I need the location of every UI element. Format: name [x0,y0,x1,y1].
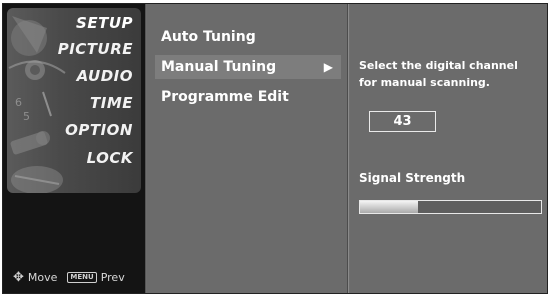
panel-divider [347,4,349,293]
submenu-item-auto-tuning[interactable]: Auto Tuning [155,25,341,49]
tv-osd-screen: 6 5 SETUP PICTURE AUDIO TIME OPTION LOCK… [2,3,548,294]
channel-number-field[interactable]: 43 [369,111,436,132]
submenu-item-manual-tuning[interactable]: Manual Tuning ▶ [155,55,341,79]
hint-prev-label: Prev [100,271,125,284]
submenu-item-label: Manual Tuning [161,59,277,75]
navigation-hint: ✥ Move MENU Prev [13,270,125,285]
svg-text:6: 6 [15,96,22,109]
right-triangle-icon: ▶ [323,60,333,74]
main-menu: 6 5 SETUP PICTURE AUDIO TIME OPTION LOCK… [3,4,146,293]
four-way-arrow-icon: ✥ [13,270,24,285]
manual-tuning-panel: Select the digital channel for manual sc… [350,4,547,293]
signal-strength-label: Signal Strength [359,171,466,185]
instruction-text: Select the digital channel for manual sc… [359,59,518,89]
main-menu-item-audio[interactable]: AUDIO [37,63,137,89]
svg-text:5: 5 [23,110,30,123]
signal-strength-fill [360,201,418,213]
hint-move-label: Move [27,271,58,284]
signal-strength-bar [359,200,542,214]
submenu-item-label: Auto Tuning [161,29,256,45]
submenu-item-label: Programme Edit [161,89,289,105]
main-menu-item-picture[interactable]: PICTURE [37,36,137,62]
main-menu-item-lock[interactable]: LOCK [37,145,137,171]
main-menu-item-time[interactable]: TIME [37,90,137,116]
main-menu-item-setup[interactable]: SETUP [37,10,137,36]
menu-key-icon: MENU [67,272,97,283]
main-menu-item-option[interactable]: OPTION [37,117,137,143]
setup-submenu: Auto Tuning Manual Tuning ▶ Programme Ed… [147,4,347,293]
submenu-item-programme-edit[interactable]: Programme Edit [155,85,341,109]
main-menu-strip: 6 5 SETUP PICTURE AUDIO TIME OPTION LOCK [7,8,141,193]
